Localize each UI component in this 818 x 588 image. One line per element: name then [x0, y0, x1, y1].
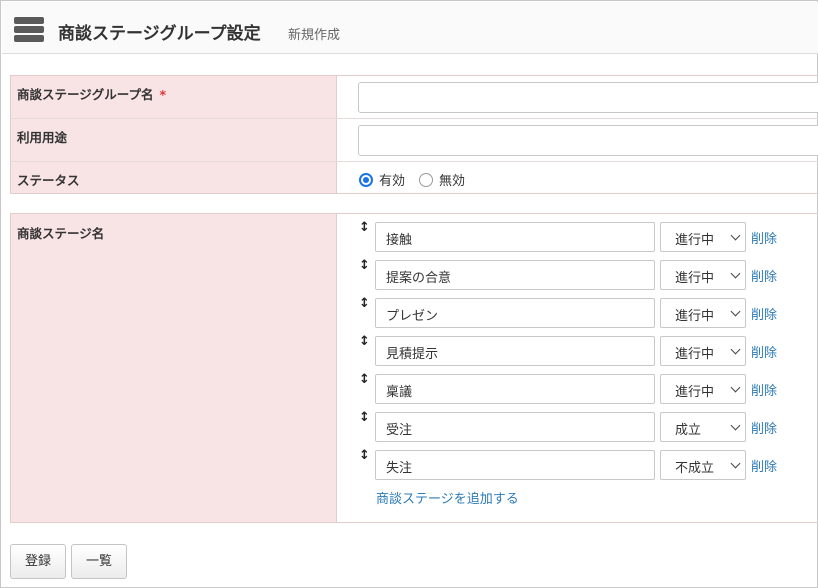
- chevron-down-icon: [730, 230, 741, 241]
- stage-item: ↕ 失注 不成立 削除: [359, 448, 818, 480]
- stage-name-input[interactable]: 接触: [375, 222, 655, 252]
- status-radio-group: 有効 無効: [359, 170, 479, 189]
- stage-item: ↕ プレゼン 進行中 削除: [359, 296, 818, 328]
- stages-row: 商談ステージ名 ↕ 接触 進行中 削除 ↕ 提案の合意 進行中 削除 ↕ プレゼ…: [11, 214, 818, 522]
- page-subtitle: 新規作成: [288, 28, 341, 43]
- stage-state-select[interactable]: 成立: [660, 412, 746, 442]
- stage-name-input[interactable]: プレゼン: [375, 298, 655, 328]
- stage-name-input[interactable]: 提案の合意: [375, 260, 655, 290]
- stages-label: 商談ステージ名: [11, 214, 337, 522]
- add-stage-link[interactable]: 商談ステージを追加する: [376, 488, 519, 507]
- delete-stage-link[interactable]: 削除: [751, 380, 777, 399]
- delete-stage-link[interactable]: 削除: [751, 266, 777, 285]
- delete-stage-link[interactable]: 削除: [751, 342, 777, 361]
- chevron-down-icon: [730, 306, 741, 317]
- list-button[interactable]: 一覧: [71, 544, 127, 579]
- sort-handle-icon[interactable]: ↕: [359, 448, 370, 464]
- chevron-down-icon: [730, 344, 741, 355]
- delete-stage-link[interactable]: 削除: [751, 418, 777, 437]
- stage-name-input[interactable]: 稟議: [375, 374, 655, 404]
- status-label: ステータス: [11, 162, 337, 193]
- stage-state-select[interactable]: 進行中: [660, 260, 746, 290]
- status-row: ステータス 有効 無効: [11, 162, 818, 193]
- stage-name-input[interactable]: 見積提示: [375, 336, 655, 366]
- usage-input[interactable]: [358, 125, 818, 156]
- status-radio-inactive[interactable]: 無効: [419, 170, 465, 189]
- register-button[interactable]: 登録: [10, 544, 66, 579]
- stage-item: ↕ 受注 成立 削除: [359, 410, 818, 442]
- sort-handle-icon[interactable]: ↕: [359, 372, 370, 388]
- delete-stage-link[interactable]: 削除: [751, 456, 777, 475]
- group-name-row: 商談ステージグループ名 *: [11, 76, 818, 119]
- chevron-down-icon: [730, 458, 741, 469]
- sort-handle-icon[interactable]: ↕: [359, 258, 370, 274]
- stage-state-select[interactable]: 不成立: [660, 450, 746, 480]
- database-icon: [14, 17, 44, 43]
- stage-state-select[interactable]: 進行中: [660, 298, 746, 328]
- chevron-down-icon: [730, 420, 741, 431]
- delete-stage-link[interactable]: 削除: [751, 228, 777, 247]
- page-title: 商談ステージグループ設定: [58, 24, 261, 44]
- sort-handle-icon[interactable]: ↕: [359, 410, 370, 426]
- group-name-label: 商談ステージグループ名 *: [11, 76, 337, 118]
- stages-table: 商談ステージ名 ↕ 接触 進行中 削除 ↕ 提案の合意 進行中 削除 ↕ プレゼ…: [10, 213, 818, 523]
- usage-label: 利用用途: [11, 119, 337, 161]
- stage-state-select[interactable]: 進行中: [660, 336, 746, 366]
- page-header: 商談ステージグループ設定 新規作成: [2, 2, 818, 54]
- sort-handle-icon[interactable]: ↕: [359, 334, 370, 350]
- sort-handle-icon[interactable]: ↕: [359, 220, 370, 236]
- stage-state-select[interactable]: 進行中: [660, 222, 746, 252]
- basic-info-table: 商談ステージグループ名 * 利用用途 ステータス 有効 無効: [10, 75, 818, 194]
- stage-item: ↕ 提案の合意 進行中 削除: [359, 258, 818, 290]
- required-mark: *: [159, 87, 167, 102]
- stages-list: ↕ 接触 進行中 削除 ↕ 提案の合意 進行中 削除 ↕ プレゼン 進行中 削除: [337, 214, 818, 522]
- chevron-down-icon: [730, 382, 741, 393]
- chevron-down-icon: [730, 268, 741, 279]
- status-radio-active[interactable]: 有効: [359, 170, 405, 189]
- app-window: 商談ステージグループ設定 新規作成 商談ステージグループ名 * 利用用途 ステータ…: [0, 0, 818, 588]
- usage-row: 利用用途: [11, 119, 818, 162]
- stage-state-select[interactable]: 進行中: [660, 374, 746, 404]
- radio-checked-icon: [359, 172, 373, 187]
- stage-item: ↕ 見積提示 進行中 削除: [359, 334, 818, 366]
- stage-item: ↕ 稟議 進行中 削除: [359, 372, 818, 404]
- delete-stage-link[interactable]: 削除: [751, 304, 777, 323]
- radio-unchecked-icon: [419, 172, 434, 187]
- stage-name-input[interactable]: 受注: [375, 412, 655, 442]
- stage-name-input[interactable]: 失注: [375, 450, 655, 480]
- group-name-input[interactable]: [358, 82, 818, 113]
- stage-item: ↕ 接触 進行中 削除: [359, 220, 818, 252]
- sort-handle-icon[interactable]: ↕: [359, 296, 370, 312]
